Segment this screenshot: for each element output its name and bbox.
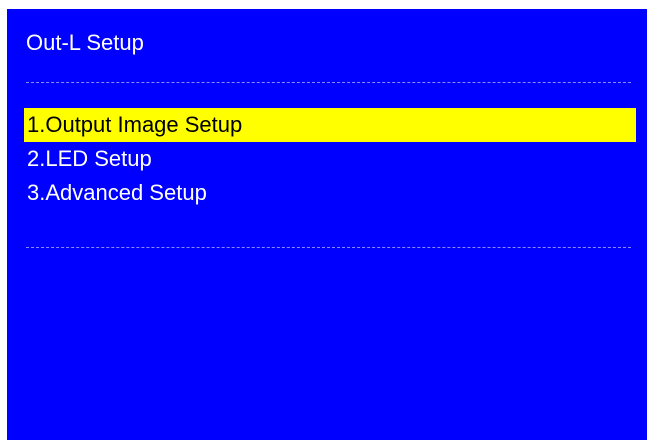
bottom-divider: [26, 247, 631, 248]
menu-item-led-setup[interactable]: 2.LED Setup: [24, 142, 636, 176]
menu-item-output-image-setup[interactable]: 1.Output Image Setup: [24, 108, 636, 142]
osd-menu-screen: Out-L Setup 1.Output Image Setup 2.LED S…: [7, 9, 647, 440]
menu-list: 1.Output Image Setup 2.LED Setup 3.Advan…: [24, 108, 636, 210]
menu-title: Out-L Setup: [26, 30, 144, 55]
menu-item-advanced-setup[interactable]: 3.Advanced Setup: [24, 176, 636, 210]
title-divider: [26, 82, 631, 83]
